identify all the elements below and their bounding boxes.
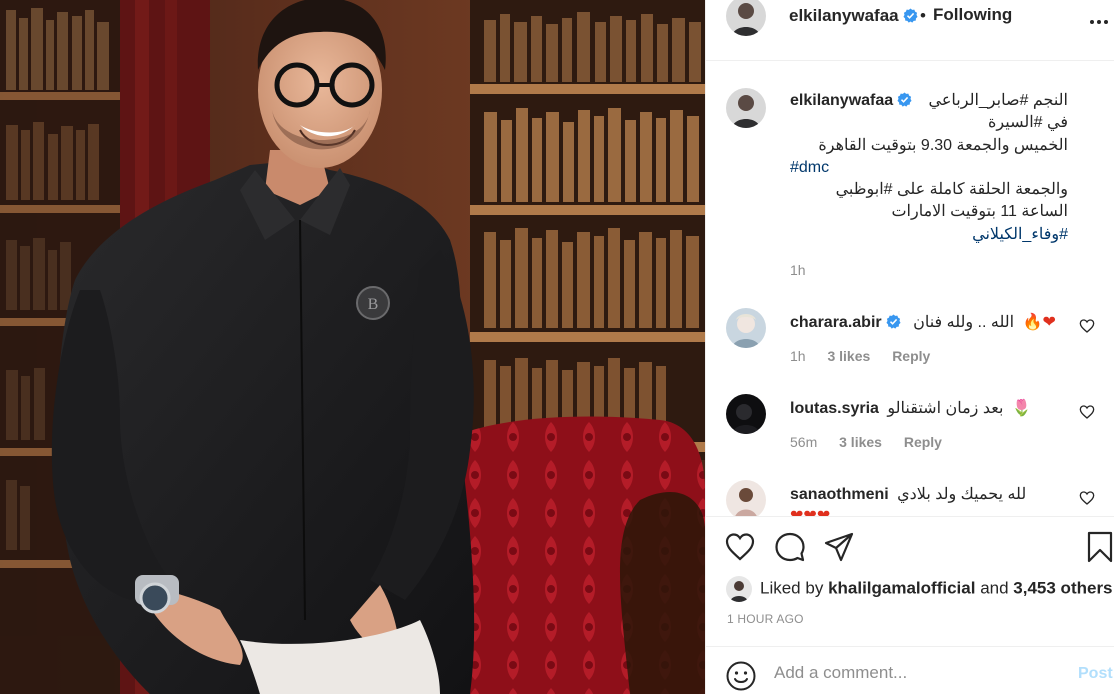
comment-text-line: sanaothmeni لله يحميك ولد بلادي [790, 484, 1026, 504]
commenter-username[interactable]: charara.abir [790, 314, 882, 331]
comment-likes[interactable]: 3 likes [827, 348, 870, 364]
commenter-username[interactable]: loutas.syria [790, 400, 879, 417]
caption-timestamp[interactable]: 1h [790, 262, 806, 278]
comment-body: بعد زمان اشتقنالو [887, 400, 1004, 417]
commenter-avatar[interactable] [726, 480, 766, 516]
verified-badge-icon [897, 92, 912, 107]
comment-emoji: 🔥❤ [1022, 314, 1056, 331]
post-actions-bar [706, 516, 1114, 576]
comment-icon[interactable] [774, 531, 806, 563]
verified-badge-icon [886, 314, 901, 329]
likes-others-count[interactable]: 3,453 others [1013, 578, 1112, 597]
liked-by-prefix: Liked by [760, 578, 824, 598]
heart-icon[interactable] [724, 531, 756, 563]
hashtag-dmc[interactable]: #dmc [790, 159, 829, 176]
comment-item: sanaothmeni لله يحميك ولد بلادي ❤❤❤ [706, 480, 1114, 516]
header-separator-dot: • [920, 6, 926, 25]
emoji-icon[interactable] [726, 661, 756, 691]
caption-line-6-text: الساعة 11 بتوقيت الامارات [891, 203, 1068, 221]
comment-emoji: ❤❤❤ [790, 508, 830, 516]
post-comment-button[interactable]: Post [1078, 665, 1113, 683]
author-avatar[interactable] [726, 0, 766, 36]
verified-badge-icon [903, 8, 918, 23]
more-options-icon[interactable] [1089, 6, 1109, 24]
caption-line-5-text: والجمعة الحلقة كاملة على #ابوظبي [835, 181, 1068, 199]
caption-username[interactable]: elkilanywafaa [790, 92, 893, 109]
comment-meta: 56m 3 likes Reply [790, 434, 960, 450]
caption-line-1: النجم #صابر_الرباعي [929, 90, 1068, 112]
header-divider [706, 60, 1114, 61]
comment-like-heart-icon[interactable] [1079, 318, 1095, 334]
share-icon[interactable] [823, 531, 855, 563]
comment-meta: 1h 3 likes Reply [790, 348, 948, 364]
caption-line-6: الساعة 11 بتوقيت الامارات [790, 201, 1068, 223]
caption-line-3-text: الخميس والجمعة 9.30 بتوقيت القاهرة [818, 136, 1068, 154]
comment-emoji: 🌷 [1011, 400, 1032, 417]
post-image[interactable]: B [0, 0, 705, 694]
add-comment-bar: Post [706, 646, 1114, 694]
caption-line-1-text: النجم #صابر_الرباعي [928, 92, 1068, 109]
caption-line-4: #dmc [790, 157, 1068, 179]
author-username-text[interactable]: elkilanywafaa [789, 6, 899, 25]
following-button[interactable]: Following [933, 5, 1012, 25]
hashtag-wafaa[interactable]: #وفاء_الكيلاني [972, 226, 1068, 243]
liker-avatar[interactable] [726, 576, 752, 602]
post-timestamp[interactable]: 1 HOUR AGO [727, 612, 804, 626]
comment-reply-button[interactable]: Reply [892, 348, 930, 364]
bookmark-icon[interactable] [1084, 531, 1114, 563]
comment-text-line: charara.abir الله .. ولله فنان 🔥❤ [790, 312, 1056, 332]
post-header: elkilanywafaa • Following [706, 0, 1114, 36]
comment-like-heart-icon[interactable] [1079, 404, 1095, 420]
comment-emoji-line: ❤❤❤ [790, 506, 830, 516]
post-photo-illustration: B [0, 0, 705, 694]
caption-line-3: الخميس والجمعة 9.30 بتوقيت القاهرة [790, 135, 1068, 157]
caption-line-2: في #السيرة [790, 112, 1068, 134]
liker-username[interactable]: khalilgamalofficial [828, 578, 975, 597]
commenter-avatar[interactable] [726, 394, 766, 434]
comment-text-line: loutas.syria بعد زمان اشتقنالو 🌷 [790, 398, 1032, 418]
svg-text:B: B [368, 296, 379, 313]
comment-body: لله يحميك ولد بلادي [897, 486, 1027, 503]
comment-time[interactable]: 56m [790, 434, 817, 450]
author-username[interactable]: elkilanywafaa [789, 6, 918, 26]
comment-body: الله .. ولله فنان [913, 314, 1015, 331]
caption-line-2-text: في #السيرة [988, 114, 1068, 132]
post-caption: elkilanywafaa النجم #صابر_الرباعي في #ال… [790, 90, 1068, 246]
add-comment-input[interactable] [774, 663, 1064, 683]
likes-summary: Liked by khalilgamalofficial and 3,453 o… [726, 576, 1113, 602]
caption-line-5: والجمعة الحلقة كاملة على #ابوظبي [790, 179, 1068, 201]
comment-time[interactable]: 1h [790, 348, 806, 364]
comment-reply-button[interactable]: Reply [904, 434, 942, 450]
caption-author-avatar[interactable] [726, 88, 766, 128]
post-side-panel: elkilanywafaa • Following elkilanywafaa … [705, 0, 1114, 694]
commenter-avatar[interactable] [726, 308, 766, 348]
comment-like-heart-icon[interactable] [1079, 490, 1095, 506]
comment-likes[interactable]: 3 likes [839, 434, 882, 450]
liked-by-and: and [980, 578, 1009, 598]
caption-line-7: #وفاء_الكيلاني [790, 224, 1068, 246]
commenter-username[interactable]: sanaothmeni [790, 486, 889, 503]
